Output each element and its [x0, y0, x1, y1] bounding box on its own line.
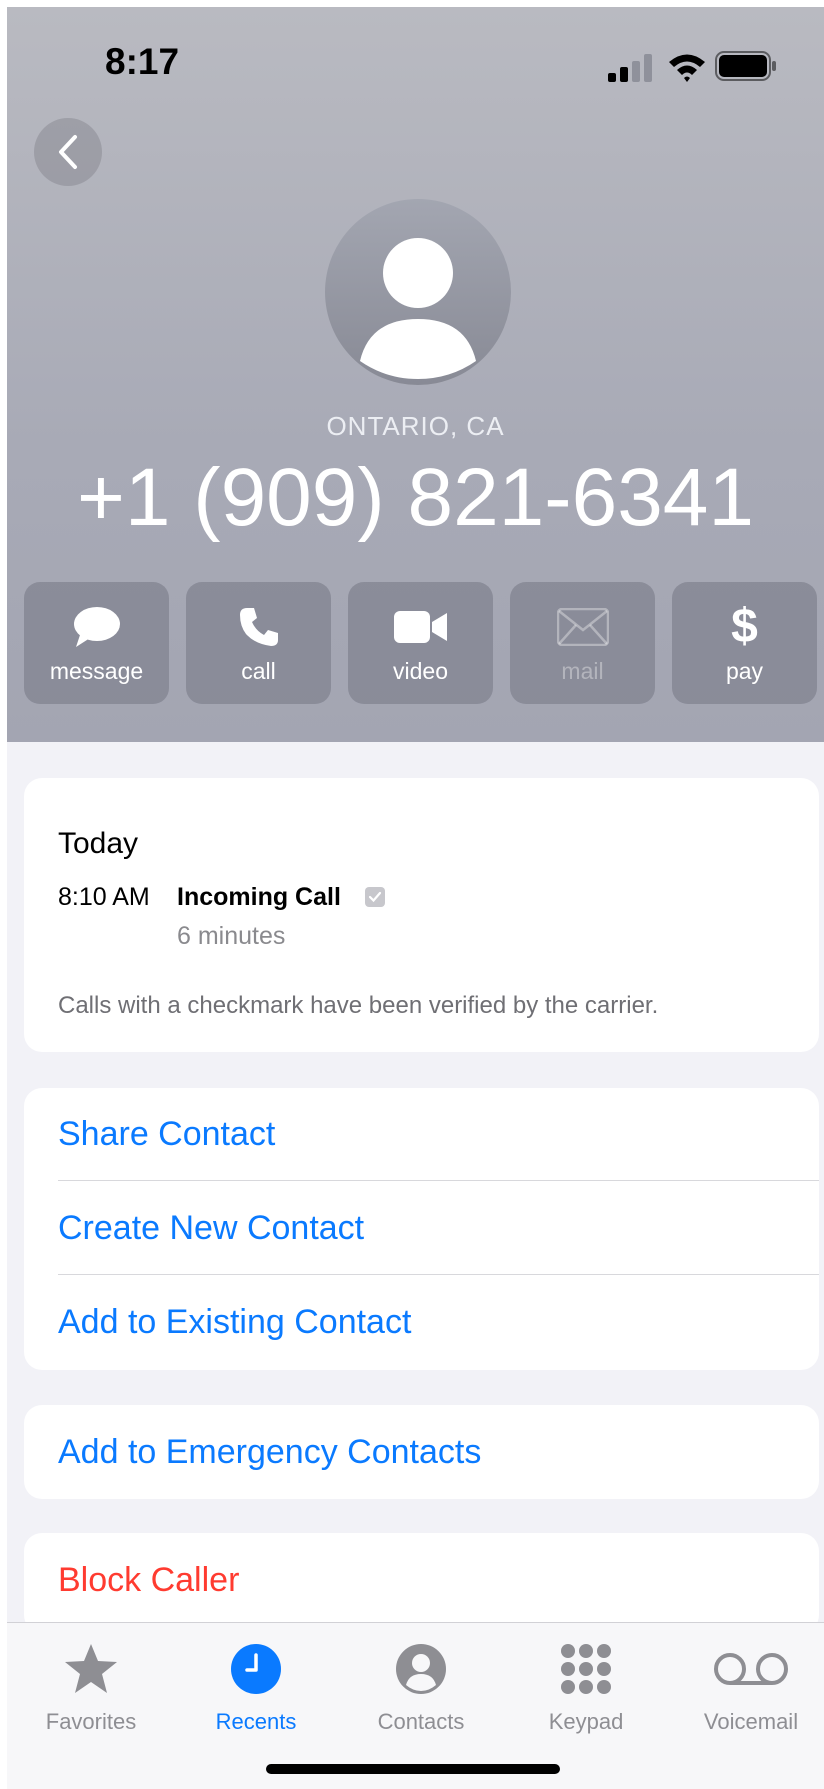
quick-actions: message call video mail $ pay	[24, 582, 824, 704]
block-caller-button[interactable]: Block Caller	[58, 1534, 819, 1626]
chevron-left-icon	[59, 135, 77, 169]
contact-avatar	[325, 199, 511, 385]
tab-contacts[interactable]: Contacts	[346, 1623, 496, 1743]
pay-label: pay	[725, 658, 764, 684]
video-button[interactable]: video	[348, 582, 493, 704]
tab-contacts-label: Contacts	[377, 1709, 465, 1734]
call-type: Incoming Call	[177, 883, 341, 911]
tab-voicemail-label: Voicemail	[703, 1709, 799, 1734]
battery-icon	[715, 51, 776, 81]
tab-voicemail[interactable]: Voicemail	[676, 1623, 824, 1743]
mail-label: mail	[561, 658, 604, 684]
contact-detail-screen: 8:17 ONTARIO, CA +1 (909) 821-6341 messa…	[7, 7, 824, 1789]
verification-note: Calls with a checkmark have been verifie…	[58, 992, 659, 1019]
back-button[interactable]	[34, 118, 102, 186]
contact-options-card: Share Contact Create New Contact Add to …	[24, 1088, 819, 1370]
video-camera-icon	[393, 611, 447, 643]
create-new-contact-button[interactable]: Create New Contact	[58, 1182, 819, 1275]
person-silhouette-icon	[360, 238, 476, 379]
share-contact-button[interactable]: Share Contact	[58, 1088, 819, 1181]
message-label: message	[49, 658, 144, 684]
tab-recents[interactable]: Recents	[181, 1623, 331, 1743]
mail-button[interactable]: mail	[510, 582, 655, 704]
emergency-card: Add to Emergency Contacts	[24, 1405, 819, 1499]
voicemail-icon	[714, 1653, 788, 1685]
pay-button[interactable]: $ pay	[672, 582, 817, 704]
tab-recents-label: Recents	[215, 1709, 297, 1734]
keypad-icon	[561, 1644, 611, 1694]
block-card: Block Caller	[24, 1533, 819, 1633]
tab-favorites-label: Favorites	[45, 1709, 137, 1734]
contact-header: 8:17 ONTARIO, CA +1 (909) 821-6341 messa…	[7, 7, 824, 742]
dollar-icon: $	[731, 600, 758, 653]
status-time: 8:17	[105, 41, 180, 82]
message-button[interactable]: message	[24, 582, 169, 704]
video-label: video	[393, 658, 448, 684]
wifi-icon	[669, 54, 705, 82]
envelope-icon	[556, 608, 609, 646]
phone-number: +1 (909) 821-6341	[76, 452, 755, 543]
add-to-existing-contact-button[interactable]: Add to Existing Contact	[58, 1276, 819, 1368]
call-day: Today	[58, 827, 139, 860]
call-time: 8:10 AM	[58, 883, 150, 911]
call-duration: 6 minutes	[177, 922, 286, 950]
verified-checkmark-icon	[365, 887, 385, 907]
call-button[interactable]: call	[186, 582, 331, 704]
phone-icon	[239, 608, 278, 646]
home-indicator	[266, 1764, 560, 1774]
add-to-emergency-contacts-button[interactable]: Add to Emergency Contacts	[58, 1406, 819, 1498]
message-bubble-icon	[73, 607, 120, 647]
star-icon	[65, 1644, 117, 1693]
tab-favorites[interactable]: Favorites	[16, 1623, 166, 1743]
person-circle-icon	[396, 1644, 446, 1694]
call-history-card: Today 8:10 AM Incoming Call 6 minutes Ca…	[24, 778, 819, 1052]
clock-icon	[231, 1644, 281, 1694]
tab-keypad[interactable]: Keypad	[511, 1623, 661, 1743]
contact-location: ONTARIO, CA	[326, 411, 505, 441]
tab-keypad-label: Keypad	[548, 1709, 624, 1734]
call-label: call	[241, 658, 276, 684]
cellular-signal-icon	[608, 54, 652, 82]
